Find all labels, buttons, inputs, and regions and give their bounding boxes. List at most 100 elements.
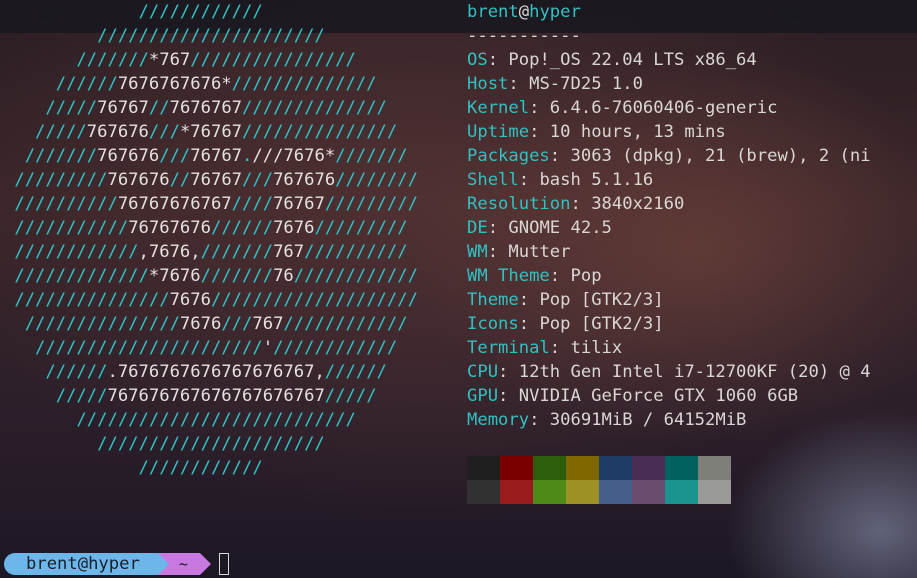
color-palette [467, 456, 731, 504]
info-key-separator: : [518, 290, 540, 310]
logo-segment: 767 [252, 314, 284, 334]
distro-logo-ascii: //////////// ////////////////////// ////… [4, 0, 418, 480]
logo-segment: /// [148, 122, 180, 142]
info-row: WM: Mutter [467, 240, 917, 264]
logo-segment: /////////////// [4, 314, 180, 334]
logo-line: /////////////////////////// [4, 410, 355, 430]
logo-segment: 76767 [190, 146, 243, 166]
logo-line: ////////////////////// [4, 434, 325, 454]
logo-segment: /////// [335, 146, 408, 166]
shell-prompt[interactable]: brent@hyper ~ [4, 552, 229, 576]
logo-segment: /////////// [4, 218, 129, 238]
palette-swatch [566, 480, 599, 504]
logo-segment: /// [252, 146, 284, 166]
logo-segment: //////////// [273, 338, 398, 358]
logo-segment: 76767676767 [117, 194, 232, 214]
info-key: WM Theme [467, 266, 550, 286]
info-value: Mutter [508, 242, 571, 262]
logo-segment: ////////////// [242, 98, 387, 118]
logo-segment: 7676 [169, 290, 211, 310]
info-key: Uptime [467, 122, 530, 142]
info-value: Pop [GTK2/3] [539, 290, 664, 310]
prompt-user-host: brent@hyper [4, 553, 158, 575]
user-host-line: brent@hyper [467, 0, 917, 24]
text-cursor[interactable] [218, 553, 229, 575]
logo-segment: ///////////// [4, 266, 149, 286]
info-value: bash 5.1.16 [539, 170, 654, 190]
logo-segment: 7676767676* [117, 74, 232, 94]
info-value: 12th Gen Intel i7-12700KF (20) @ 4 [518, 362, 871, 382]
info-row: Packages: 3063 (dpkg), 21 (brew), 2 (ni [467, 144, 917, 168]
logo-line: //////////76767676767////76767///////// [4, 194, 418, 214]
logo-segment: 767 [273, 242, 305, 262]
logo-line: ///////767676///76767.///7676*/////// [4, 146, 408, 166]
logo-line: //////////// [4, 458, 263, 478]
prompt-separator-arrow-icon [157, 553, 169, 575]
palette-swatch [467, 456, 500, 480]
logo-line: ///////*767//////////////// [4, 50, 356, 70]
logo-segment: //////////////// [190, 50, 356, 70]
terminal-window[interactable]: //////////// ////////////////////// ////… [0, 0, 917, 578]
info-key: OS [467, 50, 488, 70]
logo-segment: /////// [4, 146, 98, 166]
logo-segment: 76767 [190, 170, 243, 190]
logo-segment: //////// [335, 170, 418, 190]
logo-line: //////.7676767676767676767,////// [4, 362, 387, 382]
logo-line: /////////767676//76767///767676//////// [4, 170, 418, 190]
logo-segment: 767676767676767676767 [107, 386, 325, 406]
palette-swatch [500, 480, 533, 504]
logo-segment: 767676 [107, 170, 170, 190]
logo-segment: ///// [4, 122, 87, 142]
info-host: hyper [529, 2, 581, 22]
prompt-directory: ~ [168, 553, 200, 575]
logo-segment: ///////// [4, 170, 108, 190]
logo-segment: // [148, 98, 170, 118]
palette-swatch [632, 456, 665, 480]
logo-segment: //// [231, 194, 274, 214]
logo-segment: //////////// [4, 2, 263, 22]
palette-swatch [599, 480, 632, 504]
logo-segment: ,7676, [138, 242, 201, 262]
system-info-panel: brent@hyper ----------- OS: Pop!_OS 22.0… [467, 0, 917, 432]
logo-segment: /// [221, 314, 253, 334]
logo-line: /////////////*7676///////76//////////// [4, 266, 418, 286]
logo-line: /////767676767676767676767///// [4, 386, 377, 406]
logo-segment: .7676767676767676767, [107, 362, 325, 382]
palette-swatch [632, 480, 665, 504]
palette-swatch [665, 480, 698, 504]
palette-swatch [533, 456, 566, 480]
palette-swatch [599, 456, 632, 480]
logo-line: //////////////////////'//////////// [4, 338, 397, 358]
logo-segment: ////////////////////// [4, 26, 325, 46]
logo-segment: *76767 [179, 122, 243, 142]
info-key: Packages [467, 146, 550, 166]
logo-segment: // [169, 170, 191, 190]
logo-segment: //////////// [293, 266, 418, 286]
info-value: Pop!_OS 22.04 LTS x86_64 [508, 50, 757, 70]
info-key: Host [467, 74, 509, 94]
logo-segment: 767676 [97, 146, 160, 166]
logo-segment: ///////// [314, 218, 408, 238]
info-key-separator: : [518, 170, 540, 190]
info-at-sign: @ [518, 2, 530, 22]
logo-line: //////////// [4, 2, 263, 22]
logo-segment: /////// [4, 50, 149, 70]
logo-line: ///////////////7676///767//////////// [4, 314, 408, 334]
info-value: GNOME 42.5 [508, 218, 612, 238]
logo-line: ////////////////////// [4, 26, 325, 46]
logo-segment: 76 [273, 266, 294, 286]
logo-line: //////7676767676*////////////// [4, 74, 377, 94]
logo-segment: ////// [324, 362, 387, 382]
info-row: OS: Pop!_OS 22.04 LTS x86_64 [467, 48, 917, 72]
prompt-end-arrow-icon [199, 553, 211, 575]
logo-segment: ////////////////////// [4, 338, 263, 358]
logo-segment: 76767 [273, 194, 325, 214]
logo-segment: ///////// [324, 194, 418, 214]
logo-segment: ///// [4, 386, 108, 406]
info-key: Kernel [467, 98, 530, 118]
info-value: Pop [570, 266, 602, 286]
info-key-separator: : [487, 218, 509, 238]
palette-swatch [566, 456, 599, 480]
info-separator: ----------- [467, 26, 581, 46]
info-user: brent [467, 2, 519, 22]
